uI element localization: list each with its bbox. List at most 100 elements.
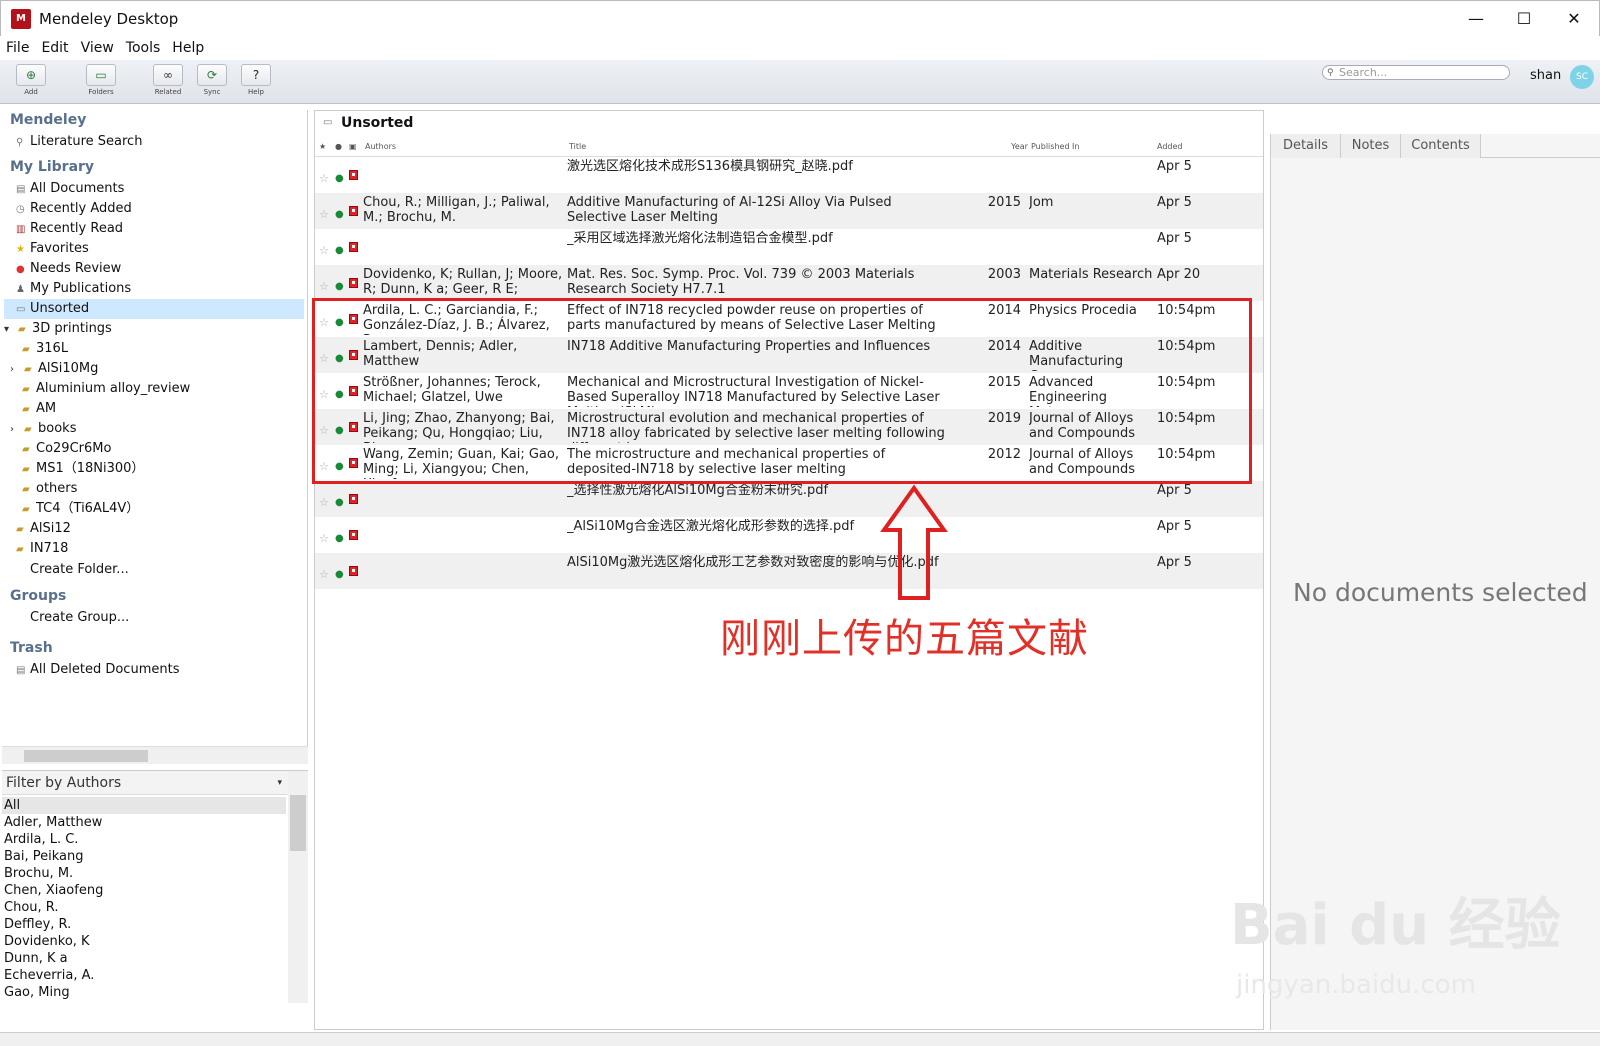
- menu-tools[interactable]: Tools: [120, 36, 167, 60]
- authors-column[interactable]: Authors: [365, 142, 396, 151]
- favorite-star-icon[interactable]: ☆: [319, 207, 329, 222]
- filter-author-item[interactable]: Chen, Xiaofeng: [4, 882, 103, 899]
- folders-button[interactable]: ▭ Folders: [62, 64, 140, 100]
- favorite-star-icon[interactable]: ☆: [319, 243, 329, 258]
- scrollbar-thumb[interactable]: [24, 750, 148, 762]
- filter-author-item[interactable]: Chou, R.: [4, 899, 58, 916]
- tab-details[interactable]: Details: [1271, 134, 1341, 158]
- favorite-star-icon[interactable]: ☆: [319, 531, 329, 546]
- folder-in718[interactable]: ▰ IN718: [16, 539, 68, 559]
- folder-aluminium-alloy-review[interactable]: ▰ Aluminium alloy_review: [22, 379, 190, 399]
- table-row[interactable]: ☆ ● ▪ 激光选区熔化技术成形S136模具钢研究_赵晓.pdf Apr 5: [315, 157, 1263, 193]
- table-row[interactable]: ☆ ● ▪ Dovidenko, K; Rullan, J; Moore, R; Du…: [315, 265, 1263, 301]
- folder-ms1[interactable]: ▰ MS1（18Ni300）: [22, 459, 144, 479]
- filter-author-item[interactable]: Brochu, M.: [4, 865, 73, 882]
- table-row[interactable]: ☆ ● ▪ Chou, R.; Milligan, J.; Paliwal, M.; …: [315, 193, 1263, 229]
- sidebar-item-favorites[interactable]: ★ Favorites: [16, 239, 89, 259]
- sync-button[interactable]: ⟳ Sync: [194, 64, 230, 100]
- table-row[interactable]: ☆ ● ▪ _AlSi10Mg合金选区激光熔化成形参数的选择.pdf Apr 5: [315, 517, 1263, 553]
- add-button[interactable]: ⊕ Add: [8, 64, 54, 100]
- favorite-star-icon[interactable]: ☆: [319, 279, 329, 294]
- folder-label: 3D printings: [32, 321, 112, 336]
- filter-dropdown[interactable]: Filter by Authors ▾: [2, 771, 288, 795]
- favorite-star-icon[interactable]: ☆: [319, 567, 329, 582]
- favorite-star-icon[interactable]: ☆: [319, 495, 329, 510]
- folder-alsi10mg[interactable]: › ▰ AlSi10Mg: [10, 359, 98, 379]
- filter-author-item[interactable]: Ardila, L. C.: [4, 831, 78, 848]
- tab-notes[interactable]: Notes: [1341, 134, 1401, 158]
- year-column[interactable]: Year: [1011, 142, 1028, 151]
- folder-316l[interactable]: ▰ 316L: [22, 339, 68, 359]
- pdf-icon[interactable]: ▪: [349, 170, 358, 180]
- maximize-button[interactable]: ☐: [1501, 5, 1547, 33]
- folder-am[interactable]: ▰ AM: [22, 399, 56, 419]
- sidebar-item-recently-read[interactable]: ▥ Recently Read: [16, 219, 123, 239]
- folder-books[interactable]: › ▰ books: [10, 419, 76, 439]
- pdf-icon[interactable]: ▪: [349, 242, 358, 252]
- help-button[interactable]: ? Help: [238, 64, 274, 100]
- menu-file[interactable]: File: [0, 36, 35, 60]
- related-button[interactable]: ∞ Related: [150, 64, 186, 100]
- window-title: Mendeley Desktop: [39, 10, 179, 28]
- user-name[interactable]: shan: [1530, 68, 1561, 83]
- cell-added: Apr 20: [1157, 267, 1201, 282]
- pdf-icon[interactable]: ▪: [349, 494, 358, 504]
- favorite-star-icon[interactable]: ☆: [319, 171, 329, 186]
- folder-others[interactable]: ▰ others: [22, 479, 77, 499]
- sidebar-item-literature-search[interactable]: ⚲ Literature Search: [16, 132, 142, 152]
- sidebar-item-recently-added[interactable]: ◷ Recently Added: [16, 199, 132, 219]
- folder-3d-printings[interactable]: ▾ ▰ 3D printings: [4, 319, 112, 339]
- create-group-link[interactable]: Create Group...: [30, 608, 129, 628]
- scrollbar-thumb[interactable]: [290, 795, 306, 851]
- sidebar-item-unsorted[interactable]: ▭ Unsorted: [4, 299, 304, 319]
- tab-contents[interactable]: Contents: [1401, 134, 1481, 158]
- menu-help[interactable]: Help: [166, 36, 210, 60]
- folder-tc4[interactable]: ▰ TC4（Ti6AL4V）: [22, 499, 139, 519]
- filter-author-item[interactable]: Adler, Matthew: [4, 814, 102, 831]
- read-status-icon[interactable]: ●: [335, 243, 344, 258]
- filter-scrollbar[interactable]: [288, 771, 308, 1003]
- pdf-icon[interactable]: ▪: [349, 530, 358, 540]
- title-column[interactable]: Title: [569, 142, 586, 151]
- table-row[interactable]: ☆ ● ▪ _选择性激光熔化AlSi10Mg合金粉末研究.pdf Apr 5: [315, 481, 1263, 517]
- folder-alsi12[interactable]: ▰ AlSi12: [16, 519, 71, 539]
- search-input[interactable]: ⚲ Search...: [1322, 65, 1510, 80]
- published-column[interactable]: Published In: [1031, 142, 1080, 151]
- sidebar-item-needs-review[interactable]: ● Needs Review: [16, 259, 121, 279]
- menu-view[interactable]: View: [75, 36, 120, 60]
- sidebar-item-deleted-documents[interactable]: ▤ All Deleted Documents: [16, 660, 179, 680]
- filter-author-item[interactable]: Gao, Ming: [4, 984, 70, 1001]
- filter-author-item[interactable]: Deffley, R.: [4, 916, 71, 933]
- filter-author-item[interactable]: Echeverria, A.: [4, 967, 94, 984]
- read-status-icon[interactable]: ●: [335, 171, 344, 186]
- close-button[interactable]: ✕: [1551, 5, 1597, 33]
- pdf-icon[interactable]: ▪: [349, 566, 358, 576]
- added-column[interactable]: Added: [1157, 142, 1183, 151]
- pdf-icon[interactable]: ▪: [349, 278, 358, 288]
- read-status-icon[interactable]: ●: [335, 567, 344, 582]
- read-status-icon[interactable]: ●: [335, 207, 344, 222]
- filter-author-item[interactable]: Dunn, K a: [4, 950, 68, 967]
- sidebar-item-all-documents[interactable]: ▤ All Documents: [16, 179, 124, 199]
- filter-item-all[interactable]: All: [2, 797, 286, 814]
- filter-author-item[interactable]: Dovidenko, K: [4, 933, 90, 950]
- read-column-icon[interactable]: ●: [335, 142, 342, 151]
- folder-co29cr6mo[interactable]: ▰ Co29Cr6Mo: [22, 439, 111, 459]
- create-folder-link[interactable]: Create Folder...: [30, 560, 129, 580]
- minimize-button[interactable]: —: [1453, 5, 1499, 33]
- table-row[interactable]: ☆ ● ▪ _采用区域选择激光熔化法制造铝合金模型.pdf Apr 5: [315, 229, 1263, 265]
- filter-author-item[interactable]: Bai, Peikang: [4, 848, 84, 865]
- documents-icon: ▤: [16, 184, 26, 195]
- pdf-icon[interactable]: ▪: [349, 206, 358, 216]
- star-column-icon[interactable]: ★: [319, 142, 326, 151]
- file-column-icon[interactable]: ▣: [349, 142, 357, 151]
- sidebar-item-my-publications[interactable]: ♟ My Publications: [16, 279, 131, 299]
- page-title: Unsorted: [341, 115, 414, 131]
- read-status-icon[interactable]: ●: [335, 279, 344, 294]
- avatar[interactable]: SC: [1570, 65, 1594, 89]
- menu-edit[interactable]: Edit: [35, 36, 74, 60]
- read-status-icon[interactable]: ●: [335, 531, 344, 546]
- read-status-icon[interactable]: ●: [335, 495, 344, 510]
- sidebar-scrollbar[interactable]: [2, 746, 308, 764]
- table-row[interactable]: ☆ ● ▪ AlSi10Mg激光选区熔化成形工艺参数对致密度的影响与优化.pdf Apr…: [315, 553, 1263, 589]
